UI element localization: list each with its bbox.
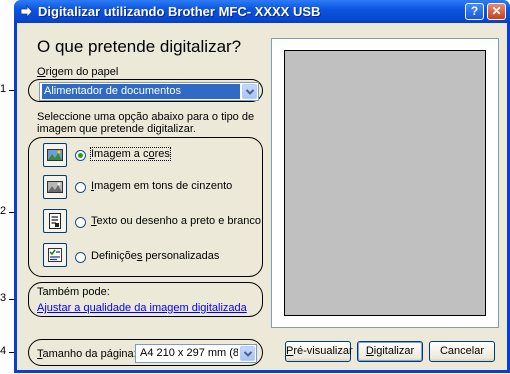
color-image-radio[interactable] bbox=[75, 150, 86, 161]
paper-source-select[interactable]: Alimentador de documentos bbox=[39, 82, 259, 101]
paper-source-dropdown-button[interactable] bbox=[242, 84, 257, 99]
text-drawing-label[interactable]: Texto ou desenho a preto e branco bbox=[91, 215, 261, 227]
scan-dialog: Digitalizar utilizando Brother MFC- XXXX… bbox=[14, 0, 510, 373]
custom-settings-button[interactable] bbox=[43, 243, 67, 267]
instruction-line-2: imagem que pretende digitalizar. bbox=[37, 123, 196, 135]
color-photo-icon bbox=[47, 149, 63, 161]
page-size-label: Tamanho da página: bbox=[37, 348, 137, 360]
dialog-body: O que pretende digitalizar? Origem do pa… bbox=[17, 23, 507, 370]
page-size-dropdown-button[interactable] bbox=[240, 346, 255, 361]
text-drawing-radio[interactable] bbox=[75, 217, 86, 228]
scanner-arrow-icon bbox=[20, 5, 33, 18]
text-drawing-button[interactable] bbox=[43, 209, 67, 233]
grayscale-image-button[interactable] bbox=[43, 175, 67, 199]
callout-4: 4 bbox=[0, 345, 7, 357]
help-button[interactable]: ? bbox=[465, 3, 484, 20]
page-title: O que pretende digitalizar? bbox=[37, 37, 242, 56]
paper-source-value: Alimentador de documentos bbox=[42, 84, 240, 99]
window-title: Digitalizar utilizando Brother MFC- XXXX… bbox=[38, 4, 321, 19]
scan-button[interactable]: Digitalizar bbox=[357, 341, 423, 362]
close-button[interactable]: ✕ bbox=[487, 3, 506, 20]
cancel-button[interactable]: Cancelar bbox=[429, 341, 495, 362]
callout-1: 1 bbox=[0, 83, 7, 95]
paper-source-label: Origem do papel bbox=[37, 66, 119, 78]
color-image-label[interactable]: Imagem a cores bbox=[90, 147, 171, 161]
custom-settings-icon bbox=[48, 248, 62, 262]
title-bar[interactable]: Digitalizar utilizando Brother MFC- XXXX… bbox=[14, 0, 510, 23]
custom-settings-radio[interactable] bbox=[75, 252, 86, 263]
close-icon: ✕ bbox=[491, 4, 502, 18]
adjust-quality-link[interactable]: Ajustar a qualidade da imagem digitaliza… bbox=[37, 302, 247, 314]
grayscale-image-label[interactable]: Imagem em tons de cinzento bbox=[91, 180, 232, 192]
instruction-line-1: Seleccione uma opção abaixo para o tipo … bbox=[37, 111, 255, 123]
callout-3: 3 bbox=[0, 292, 7, 304]
chevron-down-icon bbox=[246, 89, 254, 95]
custom-settings-label[interactable]: Definições personalizadas bbox=[91, 250, 219, 262]
chevron-down-icon bbox=[244, 351, 252, 357]
page-size-select[interactable]: A4 210 x 297 mm (8.3 bbox=[135, 344, 257, 363]
page-size-value: A4 210 x 297 mm (8.3 bbox=[140, 347, 238, 359]
callout-2: 2 bbox=[0, 205, 7, 217]
preview-button[interactable]: Pré-visualizar bbox=[285, 341, 353, 362]
color-image-button[interactable] bbox=[43, 143, 67, 167]
grayscale-image-radio[interactable] bbox=[75, 182, 86, 193]
also-label: Também pode: bbox=[37, 286, 110, 298]
text-document-icon bbox=[49, 213, 61, 229]
preview-paper bbox=[284, 50, 486, 316]
help-icon: ? bbox=[470, 4, 479, 18]
grayscale-photo-icon bbox=[47, 181, 63, 193]
preview-pane[interactable] bbox=[271, 38, 499, 328]
